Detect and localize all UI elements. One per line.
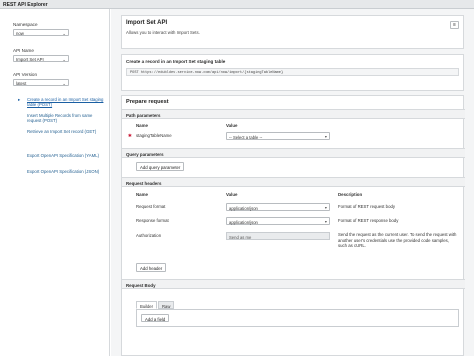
add-query-parameter-button[interactable]: Add query parameter xyxy=(136,162,185,171)
path-params-header: Path parameters xyxy=(122,109,465,119)
headers-col-description: Description xyxy=(338,192,363,197)
chevron-down-icon: ⌄ xyxy=(62,80,66,86)
request-body-label: Request Body xyxy=(126,282,156,288)
query-params-header: Query parameters xyxy=(122,148,465,158)
add-header-button[interactable]: Add header xyxy=(136,263,167,272)
api-name-select[interactable]: Import Set API ⌄ xyxy=(13,55,69,62)
prepare-request-card: Prepare request Path parameters Name Val… xyxy=(121,95,465,356)
path-col-value: Value xyxy=(226,123,238,128)
endpoint-card: Create a record in an Import Set staging… xyxy=(121,54,464,91)
staging-table-name-label: stagingTableName xyxy=(136,133,172,138)
page-title: Import Set API xyxy=(126,20,168,26)
query-params-label: Query parameters xyxy=(126,151,164,157)
sidebar: Namespace now ⌄ API Name Import Set API … xyxy=(0,9,110,356)
response-format-label: Response format xyxy=(136,218,169,223)
namespace-label: Namespace xyxy=(13,22,38,27)
window-titlebar: REST API Explorer xyxy=(0,0,474,9)
sidebar-item-create-record[interactable]: Create a record in an Import Set staging… xyxy=(27,97,107,108)
authorization-desc: Send the request as the current user. To… xyxy=(338,232,457,249)
request-body-header: Request Body xyxy=(122,279,465,289)
request-format-desc: Format of REST request body xyxy=(338,204,395,209)
required-icon: ✱ xyxy=(128,133,132,138)
sidebar-item-retrieve-record[interactable]: Retrieve an Import Set record (GET) xyxy=(27,129,107,134)
path-col-name: Name xyxy=(136,123,148,128)
staging-table-select[interactable]: -- Select a table -- ▾ xyxy=(226,132,330,140)
tab-builder[interactable]: Builder xyxy=(136,301,158,309)
hamburger-icon: ≡ xyxy=(453,22,456,28)
api-name-value: Import Set API xyxy=(16,57,44,62)
sidebar-item-export-json[interactable]: Export OpenAPI Specification (JSON) xyxy=(27,169,107,174)
sidebar-item-export-yaml[interactable]: Export OpenAPI Specification (YAML) xyxy=(27,153,107,158)
api-version-label: API Version xyxy=(13,72,38,77)
chevron-down-icon: ▾ xyxy=(324,134,327,139)
request-format-label: Request format xyxy=(136,204,166,209)
headers-col-value: Value xyxy=(226,192,238,197)
chevron-down-icon: ⌄ xyxy=(62,30,66,36)
tab-raw[interactable]: Raw xyxy=(158,301,175,309)
api-header-card: Import Set API Allows you to interact wi… xyxy=(121,15,464,49)
namespace-select[interactable]: now ⌄ xyxy=(13,29,69,36)
chevron-down-icon: ▾ xyxy=(324,219,327,224)
response-format-value: application/json xyxy=(229,219,258,225)
path-params-label: Path parameters xyxy=(126,112,161,118)
request-headers-header: Request headers xyxy=(122,177,465,187)
authorization-field: Send as me xyxy=(226,232,330,240)
staging-table-value: -- Select a table -- xyxy=(229,134,263,140)
api-version-select[interactable]: latest ⌄ xyxy=(13,79,69,86)
namespace-value: now xyxy=(16,31,24,36)
endpoint-title: Create a record in an Import Set staging… xyxy=(126,59,226,64)
request-format-select[interactable]: application/json ▾ xyxy=(226,203,330,211)
prepare-request-title: Prepare request xyxy=(126,99,169,105)
api-version-value: latest xyxy=(16,81,27,86)
authorization-label: Authorization xyxy=(136,233,162,238)
request-format-value: application/json xyxy=(229,205,258,211)
page-subtitle: Allows you to interact with Import Sets. xyxy=(126,30,200,35)
chevron-down-icon: ▾ xyxy=(324,205,327,210)
add-field-button[interactable]: Add a field xyxy=(141,314,170,322)
request-headers-label: Request headers xyxy=(126,180,162,186)
selected-arrow-icon: ▸ xyxy=(18,97,21,102)
headers-col-name: Name xyxy=(136,192,148,197)
request-body-builder-pane: Add a field xyxy=(136,309,459,327)
window-title: REST API Explorer xyxy=(3,2,48,8)
endpoint-url: POST https://edubldev.service-now.com/ap… xyxy=(126,68,459,76)
sidebar-item-insert-multiple[interactable]: Insert Multiple Records from same reques… xyxy=(27,113,107,124)
chevron-down-icon: ⌄ xyxy=(62,56,66,62)
response-format-select[interactable]: application/json ▾ xyxy=(226,217,330,225)
menu-button[interactable]: ≡ xyxy=(450,21,459,29)
main-panel: Import Set API Allows you to interact wi… xyxy=(111,9,474,356)
api-name-label: API Name xyxy=(13,48,34,53)
response-format-desc: Format of REST response body xyxy=(338,218,399,223)
